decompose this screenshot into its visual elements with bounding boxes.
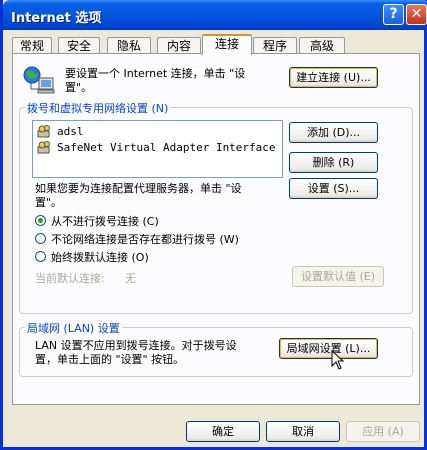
dialup-connection-icon: [37, 125, 53, 139]
lan-group-legend: 局域网 (LAN) 设置: [25, 320, 122, 336]
list-item[interactable]: adsl: [37, 124, 277, 140]
delete-button[interactable]: 删除 (R): [289, 152, 378, 173]
list-item-label: adsl: [57, 125, 84, 138]
radio-label: 不论网络连接是否存在都进行拨号 (W): [51, 233, 239, 246]
dialog-footer: 确定 取消 应用 (A): [3, 405, 427, 450]
tab-content[interactable]: 内容: [157, 37, 201, 54]
ok-button[interactable]: 确定: [186, 421, 260, 442]
proxy-settings-button[interactable]: 设置 (S)...: [289, 178, 378, 199]
lan-description-line2: 置，单击上面的 "设置" 按钮。: [35, 353, 185, 366]
apply-button[interactable]: 应用 (A): [346, 421, 420, 442]
connection-list[interactable]: adsl SafeNet Virtual Adapter Interface: [32, 120, 283, 178]
window-title: Internet 选项: [11, 11, 102, 26]
list-item-label: SafeNet Virtual Adapter Interface: [57, 141, 276, 154]
radio-dial-whenever[interactable]: 不论网络连接是否存在都进行拨号 (W): [35, 231, 295, 247]
current-default-value: 无: [125, 272, 136, 285]
current-default-label: 当前默认连接:: [35, 272, 105, 285]
tab-general[interactable]: 常规: [12, 37, 52, 54]
radio-button[interactable]: [35, 233, 46, 244]
tab-security[interactable]: 安全: [58, 37, 100, 54]
lan-settings-button[interactable]: 局域网设置 (L)...: [279, 338, 378, 359]
tab-advanced[interactable]: 高级: [299, 37, 345, 54]
list-item[interactable]: SafeNet Virtual Adapter Interface: [37, 140, 277, 156]
setup-connection-button[interactable]: 建立连接 (U)...: [289, 67, 378, 88]
tab-connections[interactable]: 连接: [202, 34, 252, 55]
tab-privacy[interactable]: 隐私: [107, 37, 151, 54]
proxy-description-line2: 置"。: [35, 196, 63, 209]
dialog-window: Internet 选项 ? ✕ 常规 安全 隐私 内容 连接 程序 高级 要设置…: [0, 0, 427, 450]
help-button[interactable]: ?: [383, 4, 404, 25]
mouse-cursor-icon: [331, 349, 345, 370]
cancel-button[interactable]: 取消: [266, 421, 340, 442]
radio-label: 始终拨默认连接 (O): [51, 251, 149, 264]
radio-label: 从不进行拨号连接 (C): [51, 215, 159, 228]
dialup-group-legend: 拨号和虚拟专用网络设置 (N): [25, 100, 171, 116]
radio-always-dial-default[interactable]: 始终拨默认连接 (O): [35, 249, 235, 265]
tab-programs[interactable]: 程序: [253, 37, 297, 54]
radio-never-dial[interactable]: 从不进行拨号连接 (C): [35, 213, 235, 229]
radio-button[interactable]: [35, 251, 46, 262]
proxy-description-line1: 如果您要为连接配置代理服务器，单击 "设: [35, 182, 242, 195]
add-button[interactable]: 添加 (D)...: [289, 122, 378, 143]
close-button[interactable]: ✕: [406, 4, 427, 25]
radio-button[interactable]: [35, 215, 46, 226]
setup-description-line2: 置"。: [65, 81, 93, 94]
network-globe-icon: [21, 65, 57, 97]
connections-panel: 要设置一个 Internet 连接，单击 "设 置"。 建立连接 (U)... …: [12, 53, 420, 405]
title-bar[interactable]: Internet 选项 ? ✕: [3, 0, 427, 30]
dialup-connection-icon: [37, 141, 53, 155]
set-default-button[interactable]: 设置默认值 (E): [292, 266, 384, 287]
